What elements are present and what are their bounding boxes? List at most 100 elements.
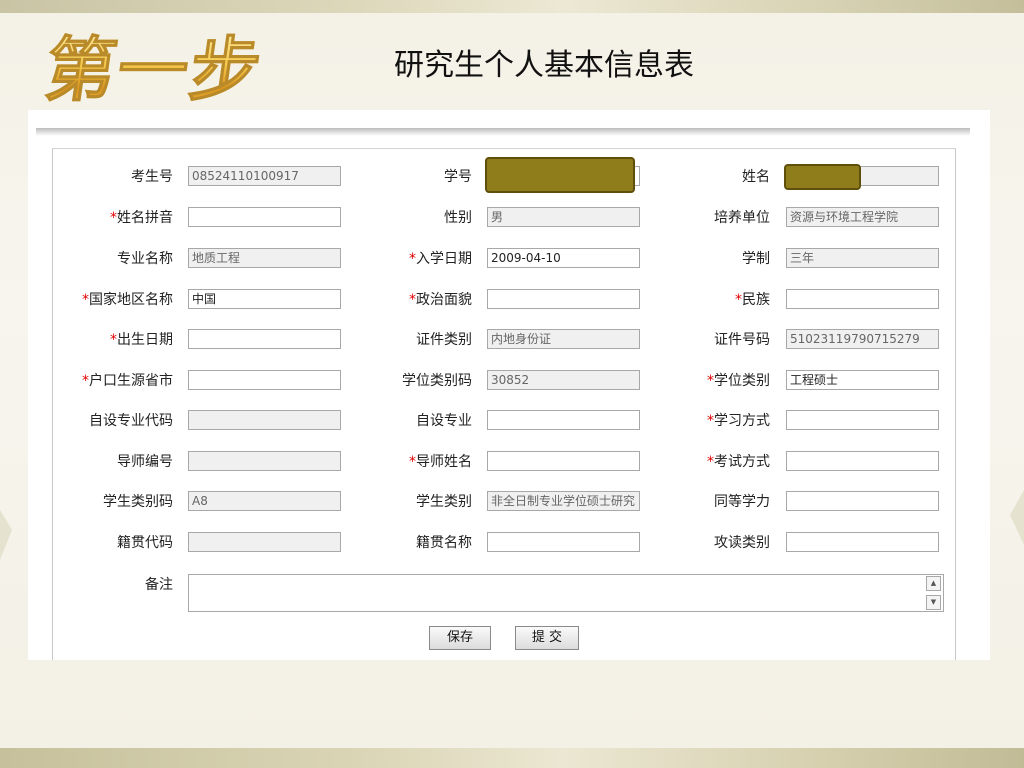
- field-label-text: 国家地区名称: [89, 292, 173, 308]
- redaction-block: [784, 164, 861, 190]
- field-label-text: 考试方式: [714, 454, 770, 470]
- field-label: *入学日期: [353, 248, 472, 270]
- field-label-text: 培养单位: [714, 210, 770, 226]
- field-input: 内地身份证: [487, 329, 640, 349]
- field-input[interactable]: [786, 289, 939, 309]
- field-label-text: 学号: [444, 169, 472, 185]
- field-input[interactable]: [487, 410, 640, 430]
- submit-button[interactable]: 提 交: [515, 626, 579, 650]
- field-label: 自设专业代码: [53, 410, 173, 432]
- form-row: *姓名拼音 性别男 培养单位 资源与环境工程学院: [53, 207, 957, 229]
- required-mark: *: [409, 454, 416, 470]
- field-input[interactable]: [786, 532, 939, 552]
- form-row: *户口生源省市 学位类别码 30852 *学位类别 工程硕士: [53, 370, 957, 392]
- required-mark: *: [409, 292, 416, 308]
- field-label-text: 考生号: [131, 169, 173, 185]
- field-label: 学生类别码: [53, 491, 173, 513]
- field-input[interactable]: [188, 370, 341, 390]
- required-mark: *: [707, 413, 714, 429]
- required-mark: *: [735, 292, 742, 308]
- field-input[interactable]: [487, 289, 640, 309]
- field-input[interactable]: 2009-04-10: [487, 248, 640, 268]
- right-decor-shape: [1010, 490, 1024, 545]
- required-mark: *: [707, 454, 714, 470]
- field-label: *姓名拼音: [53, 207, 173, 229]
- field-input: A8: [188, 491, 341, 511]
- left-decor-shape: [0, 510, 12, 560]
- form-row: 自设专业代码 自设专业 *学习方式: [53, 410, 957, 432]
- field-input: 资源与环境工程学院: [786, 207, 939, 227]
- field-label: *政治面貌: [353, 289, 472, 311]
- field-input[interactable]: [786, 410, 939, 430]
- field-input: [188, 451, 341, 471]
- field-input[interactable]: [188, 207, 341, 227]
- field-label-text: 籍贯代码: [117, 535, 173, 551]
- field-input[interactable]: 中国: [188, 289, 341, 309]
- field-label: *户口生源省市: [53, 370, 173, 392]
- required-mark: *: [82, 373, 89, 389]
- step-title: 第一步: [40, 24, 269, 116]
- remark-label: 备注: [145, 577, 173, 593]
- field-label-text: 证件号码: [714, 332, 770, 348]
- required-mark: *: [82, 292, 89, 308]
- field-input: 地质工程: [188, 248, 341, 268]
- field-label-text: 导师姓名: [416, 454, 472, 470]
- field-label-text: 民族: [742, 292, 770, 308]
- field-label-text: 户口生源省市: [89, 373, 173, 389]
- field-label-text: 自设专业: [416, 413, 472, 429]
- scroll-up-icon[interactable]: ▲: [926, 576, 941, 591]
- field-label-text: 专业名称: [117, 251, 173, 267]
- field-input[interactable]: [487, 532, 640, 552]
- field-label: *出生日期: [53, 329, 173, 351]
- field-label: 培养单位: [651, 207, 770, 229]
- field-label-text: 自设专业代码: [89, 413, 173, 429]
- student-info-form: 考生号 08524110100917 学号 姓名 *姓名拼音 性别男培养单位 资源与环境工程…: [52, 148, 956, 660]
- panel-divider: [36, 128, 970, 136]
- field-input[interactable]: [188, 329, 341, 349]
- field-input[interactable]: [786, 491, 939, 511]
- field-label: 籍贯代码: [53, 532, 173, 554]
- field-label-text: 学习方式: [714, 413, 770, 429]
- field-label-text: 学生类别: [416, 494, 472, 510]
- field-label: *导师姓名: [353, 451, 472, 473]
- field-label: 导师编号: [53, 451, 173, 473]
- field-label-text: 籍贯名称: [416, 535, 472, 551]
- form-row: 导师编号 *导师姓名 *考试方式: [53, 451, 957, 473]
- save-button[interactable]: 保存: [429, 626, 491, 650]
- field-label: 学位类别码: [353, 370, 472, 392]
- field-label: 性别: [353, 207, 472, 229]
- field-label: 学制: [651, 248, 770, 270]
- field-label: 学号: [353, 166, 472, 188]
- field-label: *考试方式: [651, 451, 770, 473]
- form-row: 专业名称 地质工程 *入学日期 2009-04-10 学制 三年: [53, 248, 957, 270]
- field-input: [188, 410, 341, 430]
- field-label: 同等学力: [651, 491, 770, 513]
- field-label-text: 姓名拼音: [117, 210, 173, 226]
- field-input: [188, 532, 341, 552]
- form-row: 考生号 08524110100917 学号 姓名: [53, 157, 957, 193]
- field-input[interactable]: 工程硕士: [786, 370, 939, 390]
- required-mark: *: [409, 251, 416, 267]
- field-label: 专业名称: [53, 248, 173, 270]
- required-mark: *: [707, 373, 714, 389]
- form-row: 籍贯代码 籍贯名称 攻读类别: [53, 532, 957, 554]
- field-input: 男: [487, 207, 640, 227]
- field-input: 30852: [487, 370, 640, 390]
- redaction-block: [485, 157, 635, 193]
- field-label-text: 同等学力: [714, 494, 770, 510]
- field-label-text: 性别: [444, 210, 472, 226]
- field-label: 证件类别: [353, 329, 472, 351]
- field-label: 考生号: [53, 166, 173, 188]
- field-input[interactable]: [786, 451, 939, 471]
- field-label: 证件号码: [651, 329, 770, 351]
- bottom-decor-bar: [0, 748, 1024, 768]
- field-label-text: 学制: [742, 251, 770, 267]
- scroll-down-icon[interactable]: ▼: [926, 595, 941, 610]
- field-label: 籍贯名称: [353, 532, 472, 554]
- field-label-text: 入学日期: [416, 251, 472, 267]
- field-label-text: 导师编号: [117, 454, 173, 470]
- remark-textarea[interactable]: ▲ ▼: [188, 574, 944, 612]
- field-input: 51023119790715279: [786, 329, 939, 349]
- field-input[interactable]: [487, 451, 640, 471]
- required-mark: *: [110, 210, 117, 226]
